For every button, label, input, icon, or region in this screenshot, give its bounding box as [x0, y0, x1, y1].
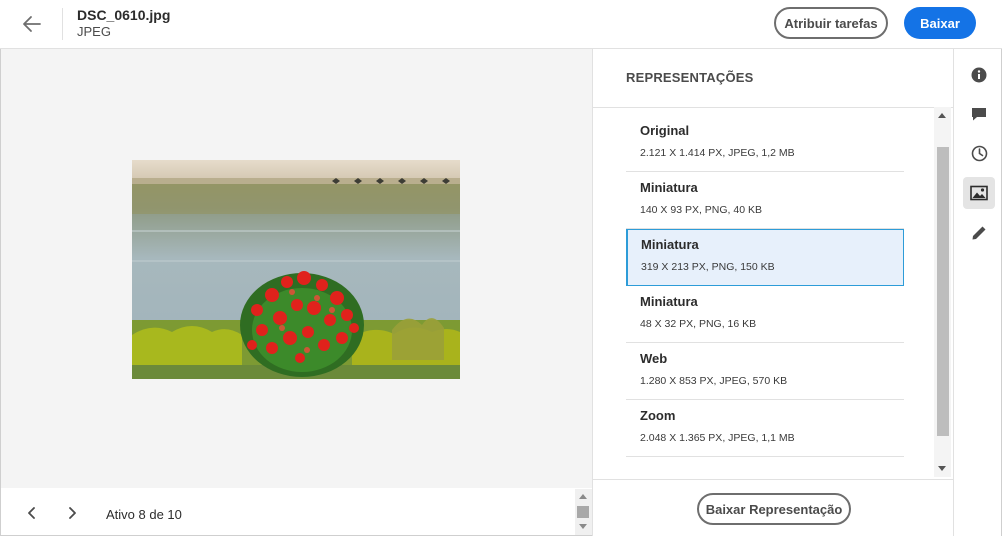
panel-footer: Baixar Representação — [593, 479, 953, 536]
file-type: JPEG — [77, 24, 111, 39]
scroll-thumb[interactable] — [937, 147, 949, 436]
back-button[interactable] — [18, 10, 46, 38]
rendition-name: Original — [640, 123, 690, 138]
rendition-name: Web — [640, 351, 668, 366]
header-divider — [62, 8, 63, 40]
asset-position-status: Ativo 8 de 10 — [106, 507, 182, 522]
renditions-scrollbar[interactable] — [934, 107, 951, 477]
rendition-item[interactable]: Web 1.280 X 853 PX, JPEG, 570 KB — [626, 343, 904, 400]
side-rail — [953, 49, 1001, 536]
file-name: DSC_0610.jpg — [77, 7, 171, 23]
rendition-item[interactable]: Miniatura 140 X 93 PX, PNG, 40 KB — [626, 172, 904, 229]
asset-header: DSC_0610.jpg JPEG Atribuir tarefas Baixa… — [0, 0, 1002, 49]
edit-button[interactable] — [963, 217, 995, 249]
previous-asset-button[interactable] — [22, 503, 42, 523]
assign-tasks-button[interactable]: Atribuir tarefas — [774, 7, 888, 39]
rendition-item-selected[interactable]: Miniatura 319 X 213 PX, PNG, 150 KB — [626, 229, 904, 286]
chevron-right-icon — [69, 507, 76, 519]
rendition-info: 319 X 213 PX, PNG, 150 KB — [641, 261, 775, 273]
renditions-list: Original 2.121 X 1.414 PX, JPEG, 1,2 MB … — [626, 115, 904, 457]
history-icon — [971, 145, 987, 161]
rendition-info: 48 X 32 PX, PNG, 16 KB — [640, 318, 757, 330]
preview-scrollbar[interactable] — [575, 489, 592, 535]
download-rendition-button[interactable]: Baixar Representação — [697, 493, 851, 525]
download-button[interactable]: Baixar — [904, 7, 976, 39]
info-button[interactable] — [963, 59, 995, 91]
scroll-up-arrow-icon[interactable] — [938, 113, 946, 118]
rendition-info: 2.048 X 1.365 PX, JPEG, 1,1 MB — [640, 432, 795, 444]
asset-navigation: Ativo 8 de 10 — [1, 489, 575, 535]
scroll-up-arrow-icon[interactable] — [579, 494, 587, 499]
next-asset-button[interactable] — [62, 503, 82, 523]
asset-preview — [1, 49, 592, 488]
scroll-down-arrow-icon[interactable] — [938, 466, 946, 471]
comment-icon — [972, 108, 986, 121]
rendition-info: 1.280 X 853 PX, JPEG, 570 KB — [640, 375, 788, 387]
rendition-item[interactable]: Miniatura 48 X 32 PX, PNG, 16 KB — [626, 286, 904, 343]
scroll-down-arrow-icon[interactable] — [579, 524, 587, 529]
info-icon — [971, 67, 987, 83]
rendition-name: Miniatura — [641, 237, 699, 252]
rendition-name: Miniatura — [640, 180, 698, 195]
preview-image — [132, 160, 460, 379]
rendition-info: 140 X 93 PX, PNG, 40 KB — [640, 204, 762, 216]
edit-icon — [972, 226, 986, 240]
renditions-button[interactable] — [963, 177, 995, 209]
comments-button[interactable] — [963, 98, 995, 130]
scroll-thumb[interactable] — [577, 506, 589, 518]
panel-title: REPRESENTAÇÕES — [626, 70, 754, 85]
rendition-name: Zoom — [640, 408, 676, 423]
renditions-icon — [970, 185, 988, 201]
chevron-left-icon — [28, 507, 35, 519]
rendition-item[interactable]: Original 2.121 X 1.414 PX, JPEG, 1,2 MB — [626, 115, 904, 172]
renditions-panel: REPRESENTAÇÕES Original 2.121 X 1.414 PX… — [592, 49, 953, 536]
arrow-left-icon — [23, 16, 41, 32]
panel-divider — [593, 107, 953, 108]
rendition-item[interactable]: Zoom 2.048 X 1.365 PX, JPEG, 1,1 MB — [626, 400, 904, 457]
rendition-name: Miniatura — [640, 294, 698, 309]
rendition-info: 2.121 X 1.414 PX, JPEG, 1,2 MB — [640, 147, 795, 159]
history-button[interactable] — [963, 137, 995, 169]
